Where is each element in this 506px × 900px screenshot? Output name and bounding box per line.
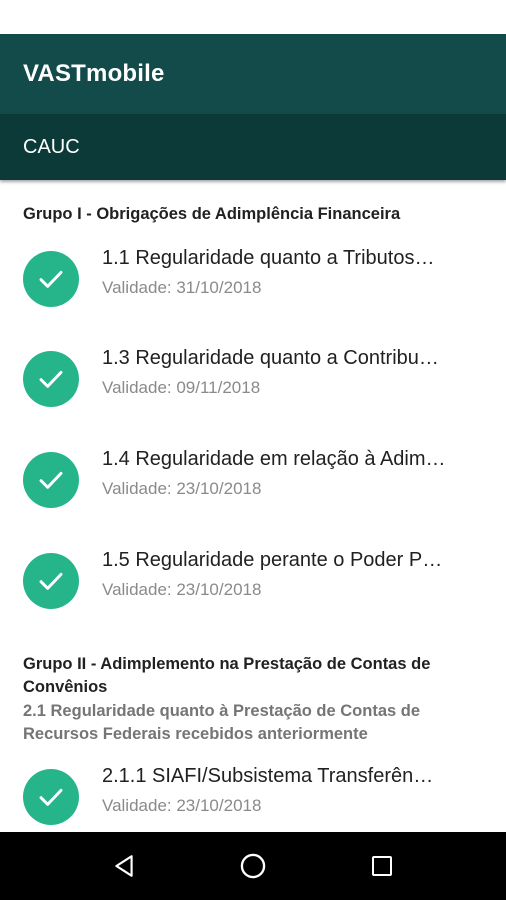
check-circle-icon [23,452,79,508]
subgroup-title-line: 2.1 Regularidade quanto à Prestação de C… [23,702,421,720]
section-bar: CAUC [0,114,506,180]
group-header: Grupo II - Adimplemento na Prestação de … [23,653,488,699]
check-circle-icon [23,769,79,825]
navigation-bar [0,832,506,900]
item-validity: Validade: 09/11/2018 [102,378,261,397]
group-title-line: Convênios [23,678,108,696]
recents-icon[interactable] [358,842,406,890]
item-title: 2.1.1 SIAFI/Subsistema Transferên… [102,765,434,787]
list-item[interactable]: 1.5 Regularidade perante o Poder P… Vali… [0,549,506,633]
home-icon[interactable] [229,842,277,890]
list-item[interactable]: 2.1.1 SIAFI/Subsistema Transferên… Valid… [0,765,506,832]
app-bar: VASTmobile [0,34,506,114]
content-list[interactable]: Grupo I - Obrigações de Adimplência Fina… [0,180,506,832]
list-item[interactable]: 1.4 Regularidade em relação à Adim… Vali… [0,448,506,532]
item-validity: Validade: 23/10/2018 [102,796,262,815]
status-bar [0,0,506,34]
item-title: 1.5 Regularidade perante o Poder P… [102,549,443,571]
subgroup-header: 2.1 Regularidade quanto à Prestação de C… [23,700,488,746]
item-title: 1.1 Regularidade quanto a Tributos… [102,247,435,269]
app-title: VASTmobile [23,60,165,87]
list-item[interactable]: 1.1 Regularidade quanto a Tributos… Vali… [0,247,506,331]
group-title-line: Grupo II - Adimplemento na Prestação de … [23,655,431,673]
item-validity: Validade: 31/10/2018 [102,278,262,297]
item-title: 1.3 Regularidade quanto a Contribu… [102,347,439,369]
list-item[interactable]: 1.3 Regularidade quanto a Contribu… Vali… [0,347,506,431]
item-title: 1.4 Regularidade em relação à Adim… [102,448,446,470]
item-validity: Validade: 23/10/2018 [102,580,262,599]
section-title: CAUC [23,135,80,158]
check-circle-icon [23,351,79,407]
back-icon[interactable] [100,842,148,890]
check-circle-icon [23,553,79,609]
group-header: Grupo I - Obrigações de Adimplência Fina… [23,205,401,223]
check-circle-icon [23,251,79,307]
item-validity: Validade: 23/10/2018 [102,479,262,498]
subgroup-title-line: Recursos Federais recebidos anteriorment… [23,725,368,743]
